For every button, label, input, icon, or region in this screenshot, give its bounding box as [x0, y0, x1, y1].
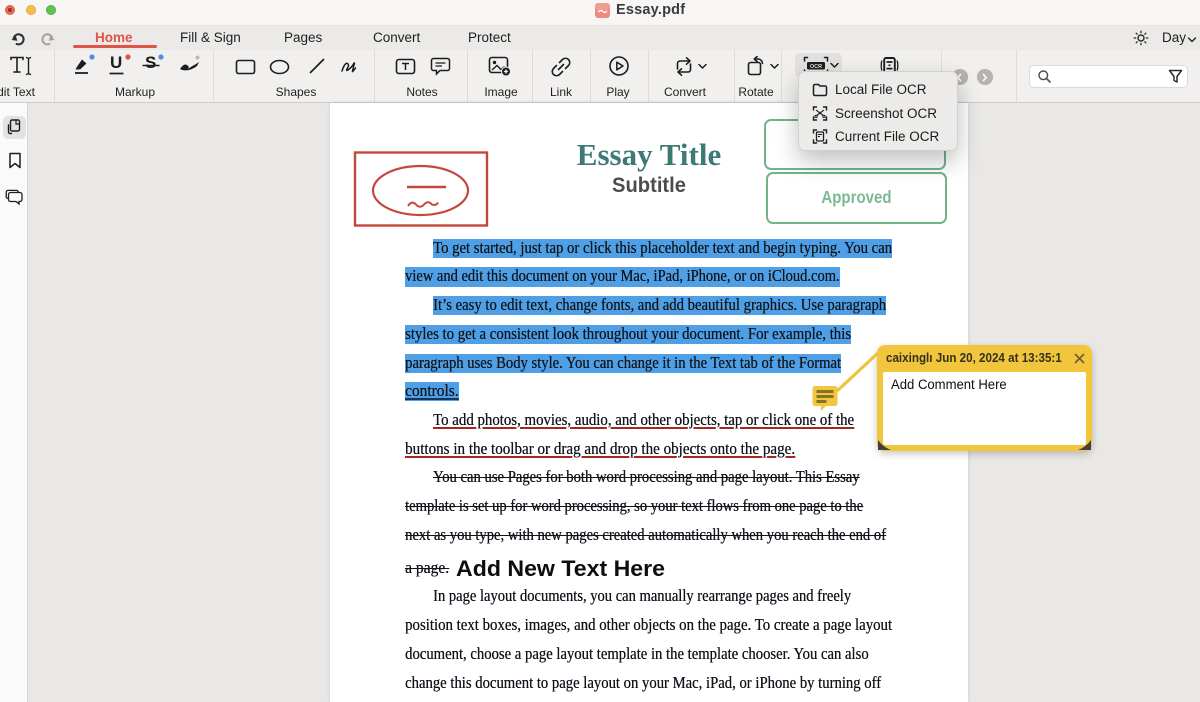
svg-text:OCR: OCR: [810, 63, 822, 69]
